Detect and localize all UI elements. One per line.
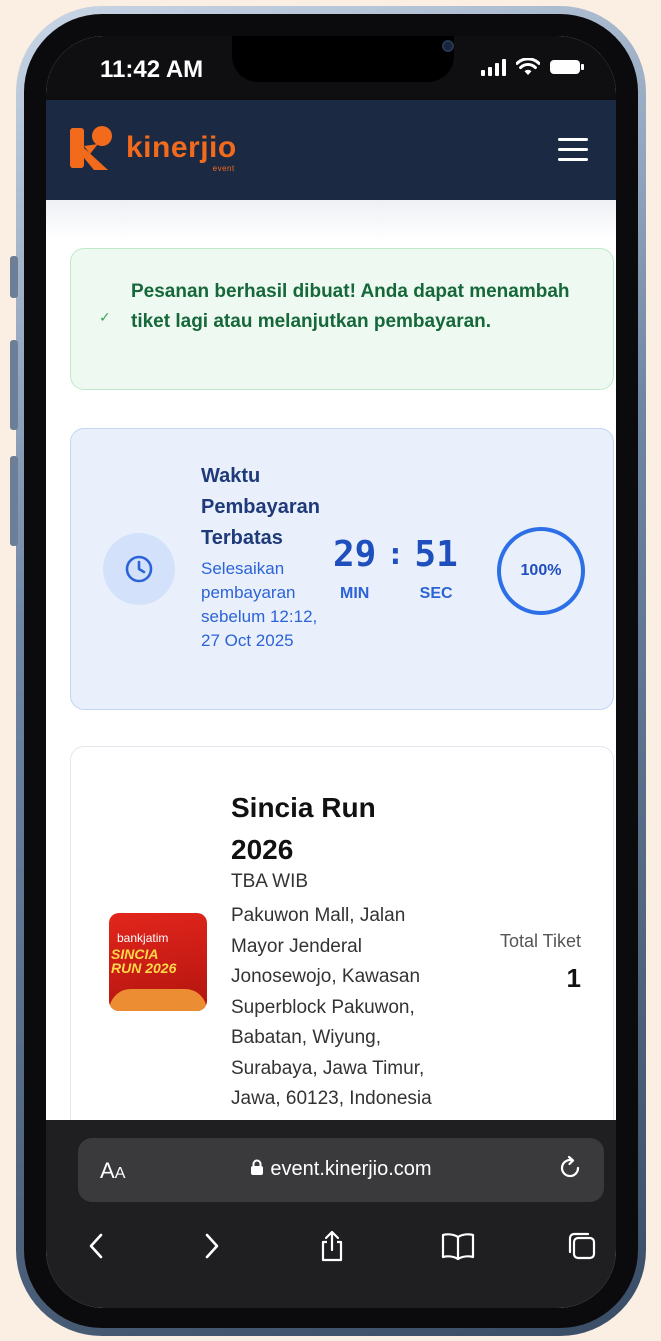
brand-name: kinerjio [126, 131, 237, 164]
countdown-separator: : [386, 537, 405, 572]
back-icon[interactable] [76, 1226, 116, 1266]
progress-percent: 100% [520, 562, 562, 579]
share-icon[interactable] [312, 1226, 352, 1266]
bookmarks-icon[interactable] [438, 1226, 478, 1266]
total-tiket-label: Total Tiket [499, 931, 581, 951]
alert-message: Pesanan berhasil dibuat! Anda dapat mena… [131, 281, 570, 332]
reload-icon[interactable] [556, 1154, 584, 1182]
url-display[interactable]: event.kinerjio.com [78, 1158, 604, 1181]
front-camera [442, 40, 454, 52]
browser-toolbar: AA event.kinerjio.com [46, 1120, 616, 1308]
cellular-icon [481, 58, 506, 76]
event-time: TBA WIB [231, 871, 309, 892]
browser-nav [46, 1220, 616, 1280]
page-content: ✓ Pesanan berhasil dibuat! Anda dapat me… [46, 200, 616, 1166]
total-tiket-value: 1 [566, 963, 581, 993]
event-address: Pakuwon Mall, Jalan Mayor Jenderal Jonos… [231, 905, 432, 1109]
event-name: Sincia Run 2026 [231, 792, 376, 865]
url-text: event.kinerjio.com [270, 1158, 432, 1180]
thumb-sponsor: bankjatim [117, 931, 169, 945]
countdown: 29 MIN : 51 SEC [333, 535, 458, 603]
check-icon: ✓ [99, 309, 111, 325]
status-time: 11:42 AM [100, 56, 204, 83]
phone-screen: 11:42 AM kinerjio event ✓ Pesanan berhas… [46, 36, 616, 1308]
minutes-value: 29 [333, 534, 377, 575]
minutes-label: MIN [340, 585, 370, 602]
thumb-title-line-2: RUN 2026 [111, 960, 177, 976]
timer-title: Waktu Pembayaran Terbatas [201, 465, 320, 549]
wifi-icon [516, 58, 540, 75]
thumb-title-line-1: SINCIA [111, 946, 159, 962]
countdown-minutes: 29 MIN [333, 535, 376, 603]
event-card[interactable]: bankjatim SINCIA RUN 2026 Sincia Run 202… [70, 746, 614, 1166]
lock-icon [251, 1159, 264, 1175]
clock-icon [103, 533, 175, 605]
header-shadow [46, 200, 616, 240]
status-icons [481, 58, 584, 76]
forward-icon[interactable] [192, 1226, 232, 1266]
volume-up-button [10, 340, 18, 430]
progress-ring: 100% [495, 525, 587, 617]
event-thumbnail: bankjatim SINCIA RUN 2026 [109, 913, 207, 1011]
address-bar[interactable]: AA event.kinerjio.com [78, 1138, 604, 1202]
timer-deadline: Selesaikan pembayaran sebelum 12:12, 27 … [201, 559, 318, 650]
brand-logo[interactable]: kinerjio event [68, 124, 237, 173]
volume-down-button [10, 456, 18, 546]
brand-subtitle: event [212, 164, 235, 173]
mute-switch [10, 256, 18, 298]
tabs-icon[interactable] [562, 1226, 602, 1266]
seconds-value: 51 [414, 534, 458, 575]
kinerjio-logo-icon [70, 126, 112, 170]
hamburger-menu-icon[interactable] [558, 138, 588, 162]
payment-timer-card: Waktu Pembayaran Terbatas Selesaikan pem… [70, 428, 614, 710]
app-header: kinerjio event [46, 100, 616, 200]
brand-wordmark: kinerjio event [126, 131, 237, 173]
thumb-title: SINCIA RUN 2026 [111, 947, 176, 975]
battery-icon [550, 60, 584, 74]
thumb-decoration [109, 989, 207, 1011]
seconds-label: SEC [419, 585, 453, 602]
success-alert: ✓ Pesanan berhasil dibuat! Anda dapat me… [70, 248, 614, 390]
countdown-seconds: 51 SEC [414, 535, 457, 603]
status-bar: 11:42 AM [46, 36, 616, 100]
dynamic-island [232, 36, 454, 82]
